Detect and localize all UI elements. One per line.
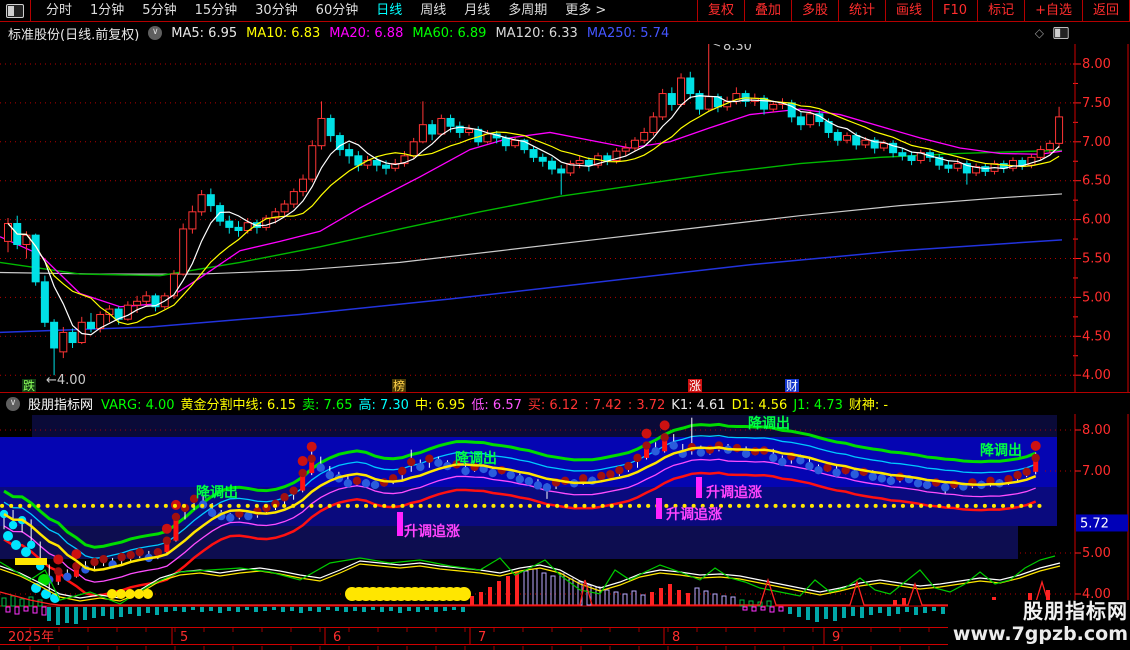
svg-text:4.50: 4.50 — [1082, 329, 1111, 344]
ma-value-label: MA60: 6.89 — [412, 25, 487, 41]
toolbar-button-+自选[interactable]: +自选 — [1024, 0, 1082, 21]
period-tab-5分钟[interactable]: 5分钟 — [133, 0, 185, 21]
ma-value-label: MA20: 6.88 — [329, 25, 404, 41]
ma-value-label: MA120: 6.33 — [495, 25, 578, 41]
period-tabs: 分时 1分钟 5分钟 15分钟 30分钟 60分钟 日线 周线 月线 多周期 更多 > — [31, 0, 615, 21]
watermark-url: www.7gpzb.com — [952, 623, 1128, 645]
ma-value-label: MA5: 6.95 — [171, 25, 238, 41]
sentiment-tag-跌: 跌 — [22, 379, 37, 393]
x-axis-label: 6 — [333, 630, 341, 645]
svg-text:4.00: 4.00 — [1082, 368, 1111, 383]
sentiment-tag-榜: 榜 — [392, 379, 407, 393]
diamond-marker-icon[interactable]: ◇ — [1035, 26, 1044, 40]
ma-value-label: MA10: 6.83 — [246, 25, 321, 41]
site-watermark: 股朋指标网 www.7gpzb.com — [948, 600, 1130, 650]
svg-text:8.00: 8.00 — [1082, 423, 1111, 438]
indicator-field: J1: 4.73 — [793, 398, 843, 413]
svg-text:降调出: 降调出 — [980, 442, 1022, 459]
period-tab-月线[interactable]: 月线 — [455, 0, 499, 21]
period-tab-多周期[interactable]: 多周期 — [499, 0, 556, 21]
ma-value-label: MA250: 5.74 — [586, 25, 670, 41]
panel-toggle-icon[interactable] — [1053, 27, 1069, 39]
toolbar-button-统计[interactable]: 统计 — [838, 0, 885, 21]
period-tab-更多 >[interactable]: 更多 > — [556, 0, 615, 21]
toolbar-button-复权[interactable]: 复权 — [696, 0, 744, 21]
indicator-field: 低: 6.57 — [471, 398, 522, 413]
watermark-sitename: 股朋指标网 — [1023, 599, 1128, 623]
chart-canvas[interactable]: 8.007.507.006.506.005.505.004.504.008.30… — [0, 0, 1130, 650]
sentiment-tag-财: 财 — [785, 379, 800, 393]
trading-app-window: 8.00 7.50 7.00 6.50 6.00 5.50 5.00 4.50 4.00 8.30… — [0, 0, 1130, 650]
svg-text:5.00: 5.00 — [1082, 290, 1111, 305]
toolbar-button-F10[interactable]: F10 — [932, 0, 977, 21]
indicator-field: : 3.72 — [627, 398, 666, 413]
period-tab-30分钟[interactable]: 30分钟 — [246, 0, 307, 21]
svg-text:5.00: 5.00 — [1082, 546, 1111, 561]
svg-text:降调出: 降调出 — [455, 450, 497, 467]
toolbar-button-画线[interactable]: 画线 — [885, 0, 932, 21]
toolbar-button-标记[interactable]: 标记 — [977, 0, 1024, 21]
period-tab-分时[interactable]: 分时 — [37, 0, 81, 21]
svg-text:5.72: 5.72 — [1080, 516, 1109, 531]
layout-toggle-button[interactable] — [0, 0, 31, 21]
chevron-down-icon[interactable]: ∨ — [148, 26, 163, 40]
toolbar-button-叠加[interactable]: 叠加 — [743, 0, 791, 21]
indicator-field: 黄金分割中线: 6.15 — [180, 398, 297, 413]
svg-text:7.00: 7.00 — [1082, 135, 1111, 150]
x-axis-label: 9 — [832, 630, 840, 645]
x-axis-label: 2025年 — [8, 630, 54, 645]
x-axis-label: 5 — [180, 630, 188, 645]
toolbar-button-多股[interactable]: 多股 — [790, 0, 838, 21]
stock-title: 标准股份(日线.前复权) — [8, 27, 140, 43]
svg-text:降调出: 降调出 — [196, 484, 238, 501]
indicator-fields: VARG: 4.00 黄金分割中线: 6.15 卖: 7.65 高: 7.30 中: 6… — [101, 394, 894, 413]
svg-text:6.00: 6.00 — [1082, 213, 1111, 228]
period-toolbar: 分时 1分钟 5分钟 15分钟 30分钟 60分钟 日线 周线 月线 多周期 更多 > 复权 叠加 多股… — [0, 0, 1130, 22]
ma-value-list: MA5: 6.95 MA10: 6.83 MA20: 6.88 MA60: 6.89 M… — [171, 26, 678, 41]
indicator-field: 高: 7.30 — [358, 398, 409, 413]
stock-info-bar: 标准股份(日线.前复权) ∨ MA5: 6.95 MA10: 6.83 MA20: … — [0, 22, 1130, 44]
indicator-field: 财神: - — [848, 398, 889, 413]
period-tab-周线[interactable]: 周线 — [411, 0, 455, 21]
indicator-field: D1: 4.56 — [731, 398, 788, 413]
indicator-field: VARG: 4.00 — [101, 398, 175, 413]
indicator-field: 卖: 7.65 — [302, 398, 353, 413]
toolbar-right-buttons: 复权 叠加 多股 统计 画线 F10 标记 +自选 返回 — [696, 0, 1130, 21]
svg-text:6.50: 6.50 — [1082, 174, 1111, 189]
indicator-field: 买: 6.12 — [527, 398, 579, 413]
indicator-collapse-icon[interactable]: ∨ — [6, 396, 20, 411]
svg-text:升调追涨: 升调追涨 — [666, 506, 722, 523]
x-axis-label: 7 — [478, 630, 486, 645]
svg-text:8.00: 8.00 — [1082, 57, 1111, 72]
period-tab-日线[interactable]: 日线 — [367, 0, 411, 21]
svg-text:←4.00: ←4.00 — [46, 373, 86, 388]
toolbar-button-返回[interactable]: 返回 — [1081, 0, 1130, 21]
period-tab-1分钟[interactable]: 1分钟 — [81, 0, 133, 21]
indicator-source-label: 股朋指标网 — [28, 398, 94, 413]
sentiment-tag-涨: 涨 — [688, 379, 703, 393]
svg-text:升调追涨: 升调追涨 — [706, 484, 762, 501]
window-layout-icon — [6, 3, 24, 18]
indicator-header-bar: ∨ 股朋指标网 VARG: 4.00 黄金分割中线: 6.15 卖: 7.65 高: … — [0, 392, 1130, 414]
indicator-field: 中: 6.95 — [414, 398, 466, 413]
svg-text:7.00: 7.00 — [1082, 464, 1111, 479]
svg-text:升调追涨: 升调追涨 — [404, 523, 460, 540]
indicator-field: : 7.42 — [584, 398, 622, 413]
x-axis-label: 8 — [672, 630, 680, 645]
period-tab-60分钟[interactable]: 60分钟 — [307, 0, 368, 21]
svg-text:7.50: 7.50 — [1082, 96, 1111, 111]
period-tab-15分钟[interactable]: 15分钟 — [186, 0, 247, 21]
indicator-field: K1: 4.61 — [671, 398, 726, 413]
svg-text:5.50: 5.50 — [1082, 252, 1111, 267]
svg-text:降调出: 降调出 — [748, 415, 790, 432]
